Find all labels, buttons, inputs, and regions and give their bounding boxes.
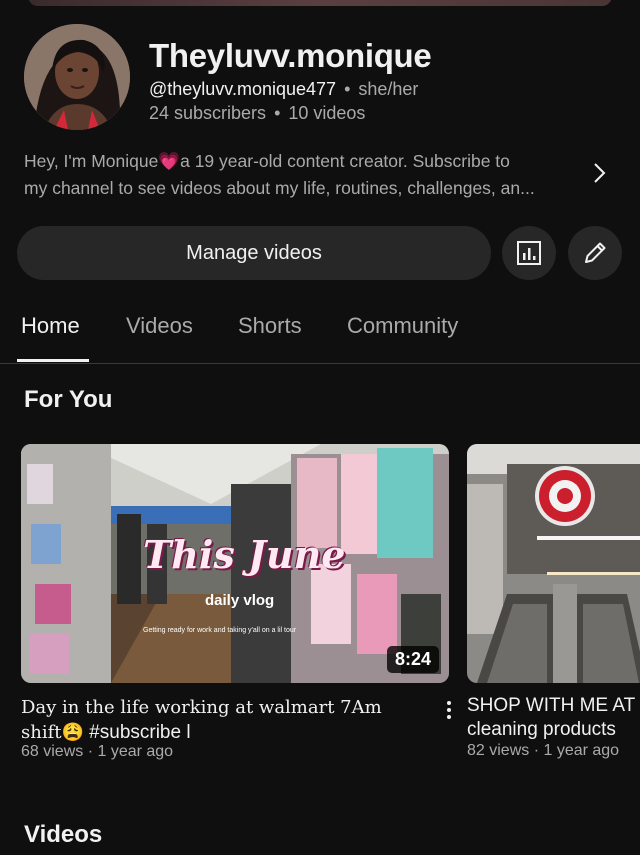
video-thumbnail[interactable]: This June daily vlog Getting ready for w… xyxy=(21,444,449,683)
more-options-icon[interactable] xyxy=(441,699,457,721)
video-meta: 82 views · 1 year ago xyxy=(467,742,620,759)
manage-videos-button[interactable]: Manage videos xyxy=(17,226,491,280)
channel-stats: 24 subscribers • 10 videos xyxy=(149,103,365,124)
description-line: my channel to see videos about my life, … xyxy=(24,178,535,198)
channel-name: Theyluvv.monique xyxy=(149,37,432,74)
separator-dot: • xyxy=(344,79,351,99)
video-title-hashtag: #subscribe l xyxy=(83,722,191,743)
video-duration-badge: 8:24 xyxy=(386,646,439,673)
video-title-line: cleaning products xyxy=(467,719,616,740)
tab-videos[interactable]: Videos xyxy=(126,313,193,339)
thumbnail-image xyxy=(467,444,640,683)
video-thumbnail[interactable] xyxy=(467,444,640,683)
pencil-icon xyxy=(585,242,606,263)
video-title-line: SHOP WITH ME AT TARGET xyxy=(467,695,640,716)
channel-handle: @theyluvv.monique477 xyxy=(149,79,337,99)
separator-dot: • xyxy=(274,103,281,123)
avatar[interactable] xyxy=(24,24,130,130)
video-title-word: shift xyxy=(21,722,62,743)
edit-channel-button[interactable] xyxy=(568,226,622,280)
analytics-icon xyxy=(517,241,541,265)
video-info[interactable]: SHOP WITH ME AT TARGET cleaning products… xyxy=(467,694,640,764)
channel-description[interactable]: Hey, I'm Monique💗a 19 year-old content c… xyxy=(24,148,584,202)
chevron-right-icon[interactable] xyxy=(588,160,610,186)
thumbnail-caption-text: Getting ready for work and taking y'all … xyxy=(143,627,297,634)
section-title-for-you: For You xyxy=(24,386,113,413)
section-title-videos: Videos xyxy=(24,821,103,848)
video-count: 10 videos xyxy=(288,103,366,123)
video-title[interactable]: Day in the life working at walmart 7Am s… xyxy=(21,695,431,745)
video-title-line: shift😩 #subscribe l xyxy=(21,720,431,745)
tab-home[interactable]: Home xyxy=(21,313,80,339)
channel-banner[interactable] xyxy=(28,0,612,6)
description-line: Hey, I'm Monique💗a 19 year-old content c… xyxy=(24,151,510,171)
video-meta: 68 views · 1 year ago xyxy=(21,743,174,760)
video-title-line: Day in the life working at walmart 7Am xyxy=(21,697,382,718)
thumbnail-title-text: This June xyxy=(143,532,346,577)
tired-face-emoji: 😩 xyxy=(61,722,84,743)
thumbnail-subtitle-text: daily vlog xyxy=(205,592,275,609)
channel-tabs: Home Videos Shorts Community xyxy=(0,303,640,364)
channel-pronouns: she/her xyxy=(358,79,419,99)
avatar-image xyxy=(24,24,130,130)
channel-handle-row: @theyluvv.monique477 • she/her xyxy=(149,79,418,100)
tab-shorts[interactable]: Shorts xyxy=(238,313,302,339)
active-tab-indicator xyxy=(17,359,89,362)
subscriber-count: 24 subscribers xyxy=(149,103,267,123)
analytics-button[interactable] xyxy=(502,226,556,280)
tab-community[interactable]: Community xyxy=(347,313,458,339)
manage-videos-label: Manage videos xyxy=(186,241,322,264)
